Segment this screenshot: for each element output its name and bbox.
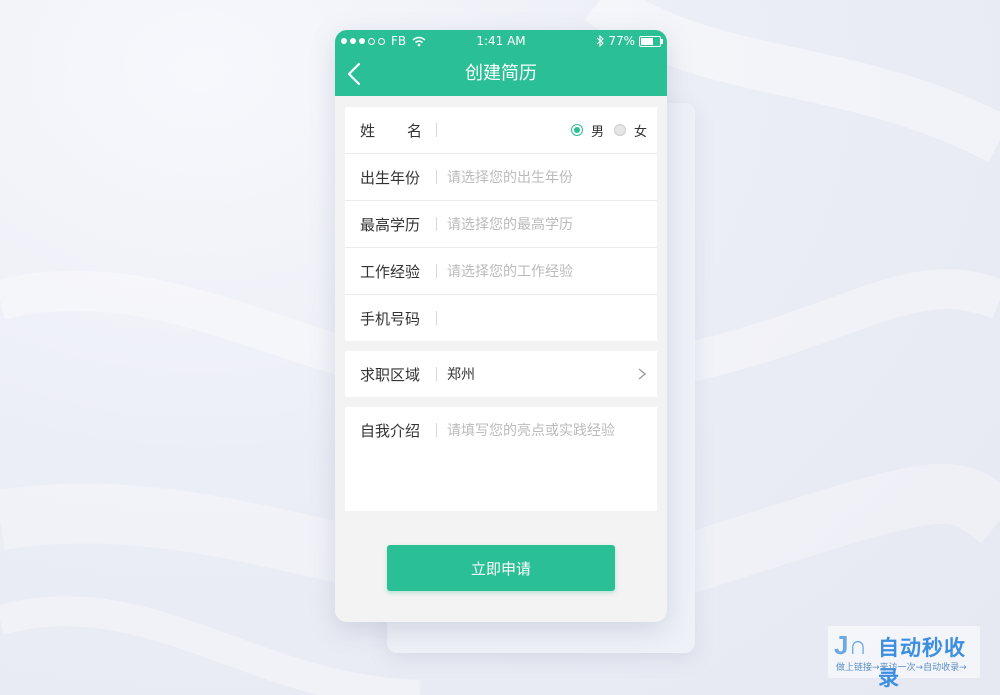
- watermark-logo: J∩: [834, 630, 868, 660]
- experience-label: 工作经验: [360, 262, 421, 281]
- field-separator: [436, 367, 437, 381]
- watermark-subtitle: 做上链接→来访一次→自动收录→: [836, 663, 967, 673]
- name-label-right: 名: [406, 121, 422, 140]
- battery-percent: 77%: [608, 34, 635, 48]
- bluetooth-icon: [596, 35, 605, 47]
- watermark: J∩ 自动秒收录 做上链接→来访一次→自动收录→: [828, 626, 980, 690]
- intro-label: 自我介绍: [360, 421, 421, 440]
- birth-year-row[interactable]: 出生年份 请选择您的出生年份: [345, 154, 657, 201]
- radio-checked-icon[interactable]: [570, 124, 583, 136]
- gender-option-male[interactable]: 男: [570, 121, 604, 140]
- field-separator: [436, 423, 437, 437]
- experience-select[interactable]: 请选择您的工作经验: [447, 261, 573, 281]
- field-separator: [436, 217, 437, 231]
- basic-info-group: 姓 名 男 女 出生年份 请选择您的出生年份 最高学历 请选择您的最高学历 工作…: [345, 107, 657, 341]
- intro-row[interactable]: 自我介绍 请填写您的亮点或实践经验: [345, 407, 657, 453]
- education-select[interactable]: 请选择您的最高学历: [447, 214, 573, 234]
- region-row[interactable]: 求职区域 郑州: [345, 351, 657, 397]
- gender-male-label: 男: [590, 124, 604, 140]
- gender-female-label: 女: [633, 124, 647, 140]
- phone-row[interactable]: 手机号码: [345, 295, 657, 341]
- education-label: 最高学历: [360, 215, 421, 234]
- phone-label: 手机号码: [360, 309, 421, 328]
- phone-screen: FB 1:41 AM 77% 创建简历 姓 名 男 女 出生年份 请选择您的出生…: [335, 30, 667, 622]
- status-bar: FB 1:41 AM 77%: [335, 30, 667, 52]
- chevron-left-icon[interactable]: [343, 60, 367, 88]
- chevron-right-icon[interactable]: [637, 367, 647, 381]
- name-label: 姓 名: [360, 120, 422, 141]
- status-right: 77%: [596, 30, 663, 52]
- submit-button[interactable]: 立即申请: [387, 545, 615, 591]
- radio-unchecked-icon[interactable]: [613, 124, 626, 136]
- field-separator: [436, 264, 437, 278]
- region-group: 求职区域 郑州: [345, 351, 657, 397]
- birth-year-select[interactable]: 请选择您的出生年份: [447, 167, 573, 187]
- intro-group[interactable]: 自我介绍 请填写您的亮点或实践经验: [345, 407, 657, 511]
- field-separator: [436, 311, 437, 325]
- region-label: 求职区域: [360, 365, 421, 384]
- gender-radio-group: 男 女: [570, 107, 647, 153]
- page-title: 创建简历: [465, 63, 537, 84]
- name-row[interactable]: 姓 名 男 女: [345, 107, 657, 154]
- experience-row[interactable]: 工作经验 请选择您的工作经验: [345, 248, 657, 295]
- education-row[interactable]: 最高学历 请选择您的最高学历: [345, 201, 657, 248]
- name-label-left: 姓: [360, 121, 376, 140]
- battery-icon: [639, 35, 663, 47]
- field-separator: [436, 123, 437, 137]
- birth-year-label: 出生年份: [360, 168, 421, 187]
- field-separator: [436, 170, 437, 184]
- nav-bar: 创建简历: [335, 52, 667, 96]
- region-value[interactable]: 郑州: [447, 364, 475, 384]
- intro-textarea[interactable]: 请填写您的亮点或实践经验: [447, 420, 615, 440]
- gender-option-female[interactable]: 女: [613, 121, 647, 140]
